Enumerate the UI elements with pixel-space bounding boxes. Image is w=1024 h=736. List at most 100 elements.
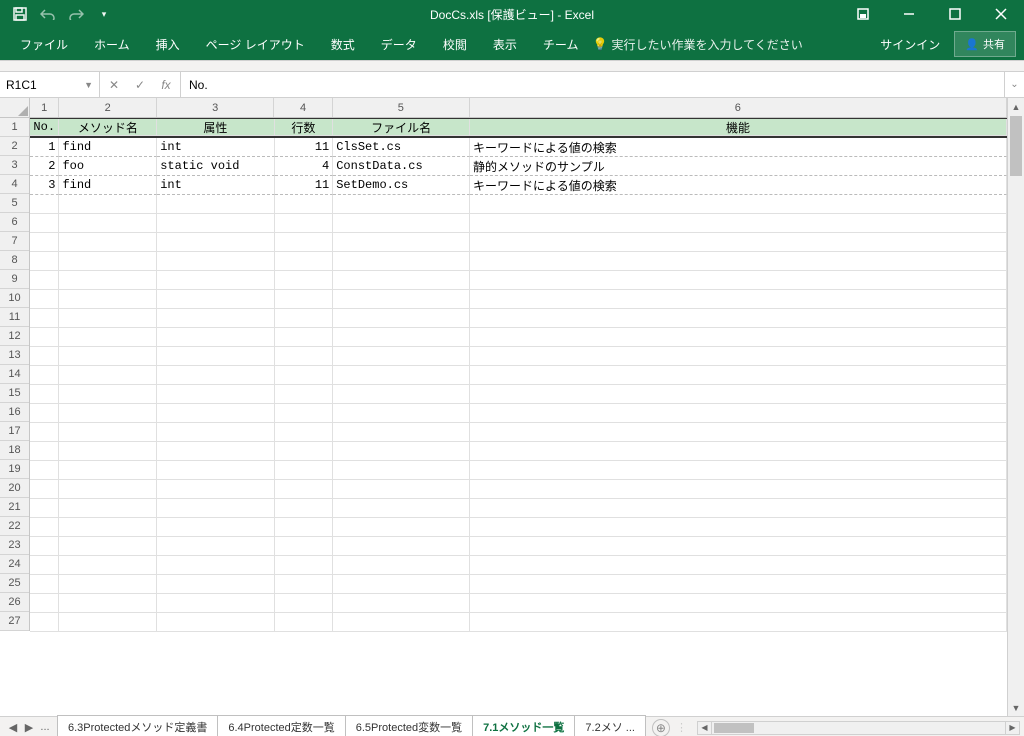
cell[interactable]	[470, 613, 1007, 632]
cell[interactable]	[59, 385, 157, 404]
cell[interactable]	[30, 366, 59, 385]
cell[interactable]	[275, 518, 334, 537]
cell[interactable]	[470, 328, 1007, 347]
cell[interactable]: 1	[30, 138, 59, 157]
cell[interactable]	[275, 195, 334, 214]
row-header[interactable]: 13	[0, 346, 29, 365]
cell[interactable]	[333, 556, 470, 575]
cell[interactable]	[157, 442, 274, 461]
cell[interactable]	[333, 480, 470, 499]
cell[interactable]	[275, 575, 334, 594]
tab-team[interactable]: チーム	[531, 30, 591, 59]
cell[interactable]: 11	[275, 176, 334, 195]
cell[interactable]	[470, 575, 1007, 594]
row-header[interactable]: 3	[0, 156, 29, 175]
cell[interactable]	[30, 518, 59, 537]
cell[interactable]: int	[157, 176, 274, 195]
row-header[interactable]: 1	[0, 118, 29, 137]
cell[interactable]	[59, 252, 157, 271]
cell[interactable]	[157, 404, 274, 423]
cell[interactable]	[470, 556, 1007, 575]
tab-insert[interactable]: 挿入	[144, 30, 192, 59]
sheet-nav-more-icon[interactable]: ...	[38, 721, 52, 734]
cell[interactable]: メソッド名	[59, 119, 157, 136]
cell[interactable]	[59, 328, 157, 347]
cell[interactable]	[275, 404, 334, 423]
cell[interactable]	[30, 480, 59, 499]
row-header[interactable]: 10	[0, 289, 29, 308]
cell[interactable]	[470, 271, 1007, 290]
cell[interactable]: 3	[30, 176, 59, 195]
cell[interactable]	[157, 290, 274, 309]
cell[interactable]	[333, 214, 470, 233]
cell[interactable]: 11	[275, 138, 334, 157]
scroll-up-icon[interactable]: ▲	[1008, 98, 1024, 115]
vscroll-thumb[interactable]	[1010, 116, 1022, 176]
cell[interactable]: foo	[59, 157, 157, 176]
cell[interactable]	[275, 556, 334, 575]
sheet-tab[interactable]: 6.4Protected定数一覧	[217, 715, 345, 736]
cell[interactable]	[30, 385, 59, 404]
cell[interactable]: ファイル名	[333, 119, 470, 136]
cell[interactable]	[333, 442, 470, 461]
cell[interactable]	[30, 556, 59, 575]
cell[interactable]	[157, 594, 274, 613]
cell[interactable]	[59, 575, 157, 594]
cell[interactable]	[275, 214, 334, 233]
vertical-scrollbar[interactable]: ▲ ▼	[1007, 98, 1024, 716]
cell[interactable]	[30, 404, 59, 423]
name-box[interactable]: ▼	[0, 72, 100, 97]
cell[interactable]	[59, 271, 157, 290]
cell[interactable]	[275, 328, 334, 347]
cell[interactable]: int	[157, 138, 274, 157]
cell[interactable]	[470, 499, 1007, 518]
cell[interactable]	[470, 366, 1007, 385]
cell[interactable]	[470, 442, 1007, 461]
cell[interactable]	[333, 461, 470, 480]
tell-me-box[interactable]: 💡 実行したい作業を入力してください	[592, 36, 802, 53]
cell[interactable]	[157, 271, 274, 290]
cell[interactable]	[275, 290, 334, 309]
cell[interactable]	[275, 480, 334, 499]
cell[interactable]	[30, 461, 59, 480]
cell[interactable]	[157, 423, 274, 442]
horizontal-scrollbar[interactable]: ◀ ▶	[697, 721, 1020, 735]
cell[interactable]	[157, 385, 274, 404]
row-header[interactable]: 23	[0, 536, 29, 555]
tab-home[interactable]: ホーム	[82, 30, 142, 59]
row-header[interactable]: 4	[0, 175, 29, 194]
scroll-down-icon[interactable]: ▼	[1008, 699, 1024, 716]
cell[interactable]: No.	[30, 119, 59, 136]
cell[interactable]	[59, 499, 157, 518]
cell[interactable]	[157, 195, 274, 214]
cell[interactable]	[470, 214, 1007, 233]
tab-file[interactable]: ファイル	[8, 30, 80, 59]
cell[interactable]	[157, 366, 274, 385]
row-header[interactable]: 8	[0, 251, 29, 270]
column-header[interactable]: 2	[59, 98, 157, 117]
cancel-formula-button[interactable]: ✕	[104, 78, 124, 92]
row-header[interactable]: 12	[0, 327, 29, 346]
select-all-corner[interactable]	[0, 98, 30, 118]
tab-formulas[interactable]: 数式	[319, 30, 367, 59]
cell[interactable]	[59, 518, 157, 537]
cell[interactable]	[30, 309, 59, 328]
row-header[interactable]: 5	[0, 194, 29, 213]
cell[interactable]	[30, 575, 59, 594]
tab-view[interactable]: 表示	[481, 30, 529, 59]
cell[interactable]: find	[59, 138, 157, 157]
cell[interactable]	[470, 537, 1007, 556]
row-header[interactable]: 25	[0, 574, 29, 593]
cell[interactable]	[470, 233, 1007, 252]
cell[interactable]	[275, 537, 334, 556]
cell[interactable]	[333, 613, 470, 632]
row-header[interactable]: 27	[0, 612, 29, 631]
cell[interactable]	[30, 423, 59, 442]
cell[interactable]	[275, 309, 334, 328]
hscroll-right-icon[interactable]: ▶	[1005, 722, 1019, 734]
qat-customize-icon[interactable]: ▾	[92, 2, 116, 26]
cell[interactable]	[470, 404, 1007, 423]
cell[interactable]	[333, 594, 470, 613]
row-header[interactable]: 17	[0, 422, 29, 441]
cell[interactable]: 機能	[470, 119, 1007, 136]
